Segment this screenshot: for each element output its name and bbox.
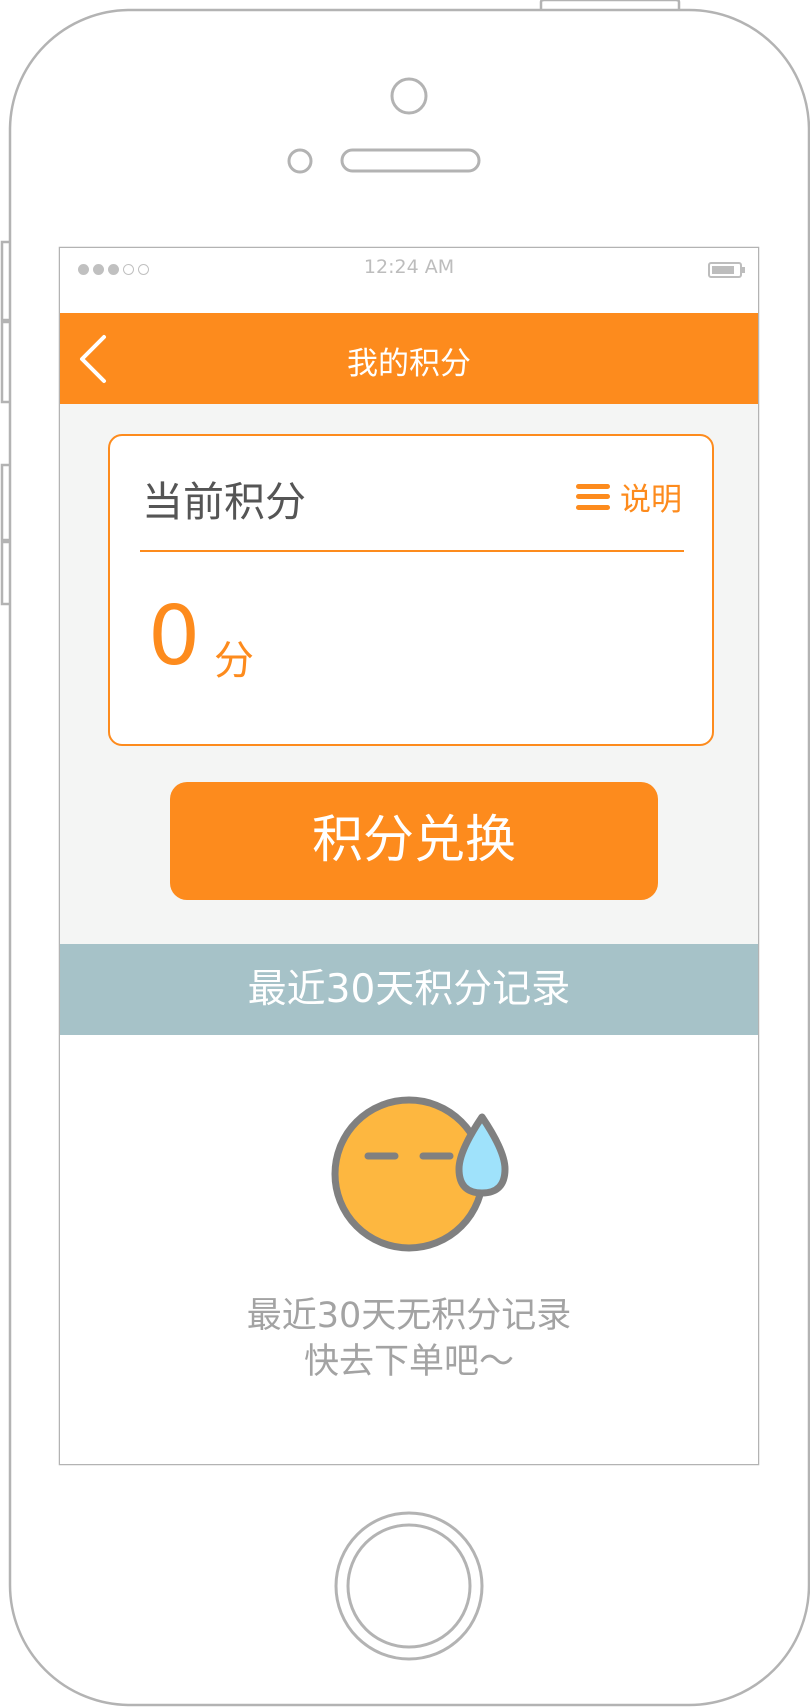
empty-state: 最近30天无积分记录 快去下单吧～ [60,1035,758,1464]
current-points-label: 当前积分 [142,478,306,526]
page-title: 我的积分 [347,346,471,382]
points-card: 当前积分 说明 0 分 [108,434,714,746]
sweat-face-icon [331,1096,509,1252]
points-exchange-button[interactable]: 积分兑换 [170,782,658,900]
nav-bar: 我的积分 [60,313,758,404]
points-value: 0 [148,589,201,684]
empty-message-line2: 快去下单吧～ [303,1342,514,1382]
explain-button[interactable]: 说明 [576,474,682,519]
card-divider [140,550,684,552]
battery-icon [708,262,745,278]
status-time: 12:24 AM [363,256,455,278]
records-header: 最近30天积分记录 [60,944,758,1035]
menu-icon [576,483,610,510]
app-screen: 12:24 AM 我的积分 当前积分 说明 0 分 积分兑换 最近30天积分记录 [60,248,758,1464]
points-section: 当前积分 说明 0 分 积分兑换 [60,404,758,944]
empty-message-line1: 最近30天无积分记录 [246,1296,572,1336]
points-unit: 分 [214,638,254,684]
empty-message: 最近30天无积分记录 快去下单吧～ [60,1293,758,1385]
explain-label: 说明 [620,482,682,518]
status-bar: 12:24 AM [60,248,758,313]
